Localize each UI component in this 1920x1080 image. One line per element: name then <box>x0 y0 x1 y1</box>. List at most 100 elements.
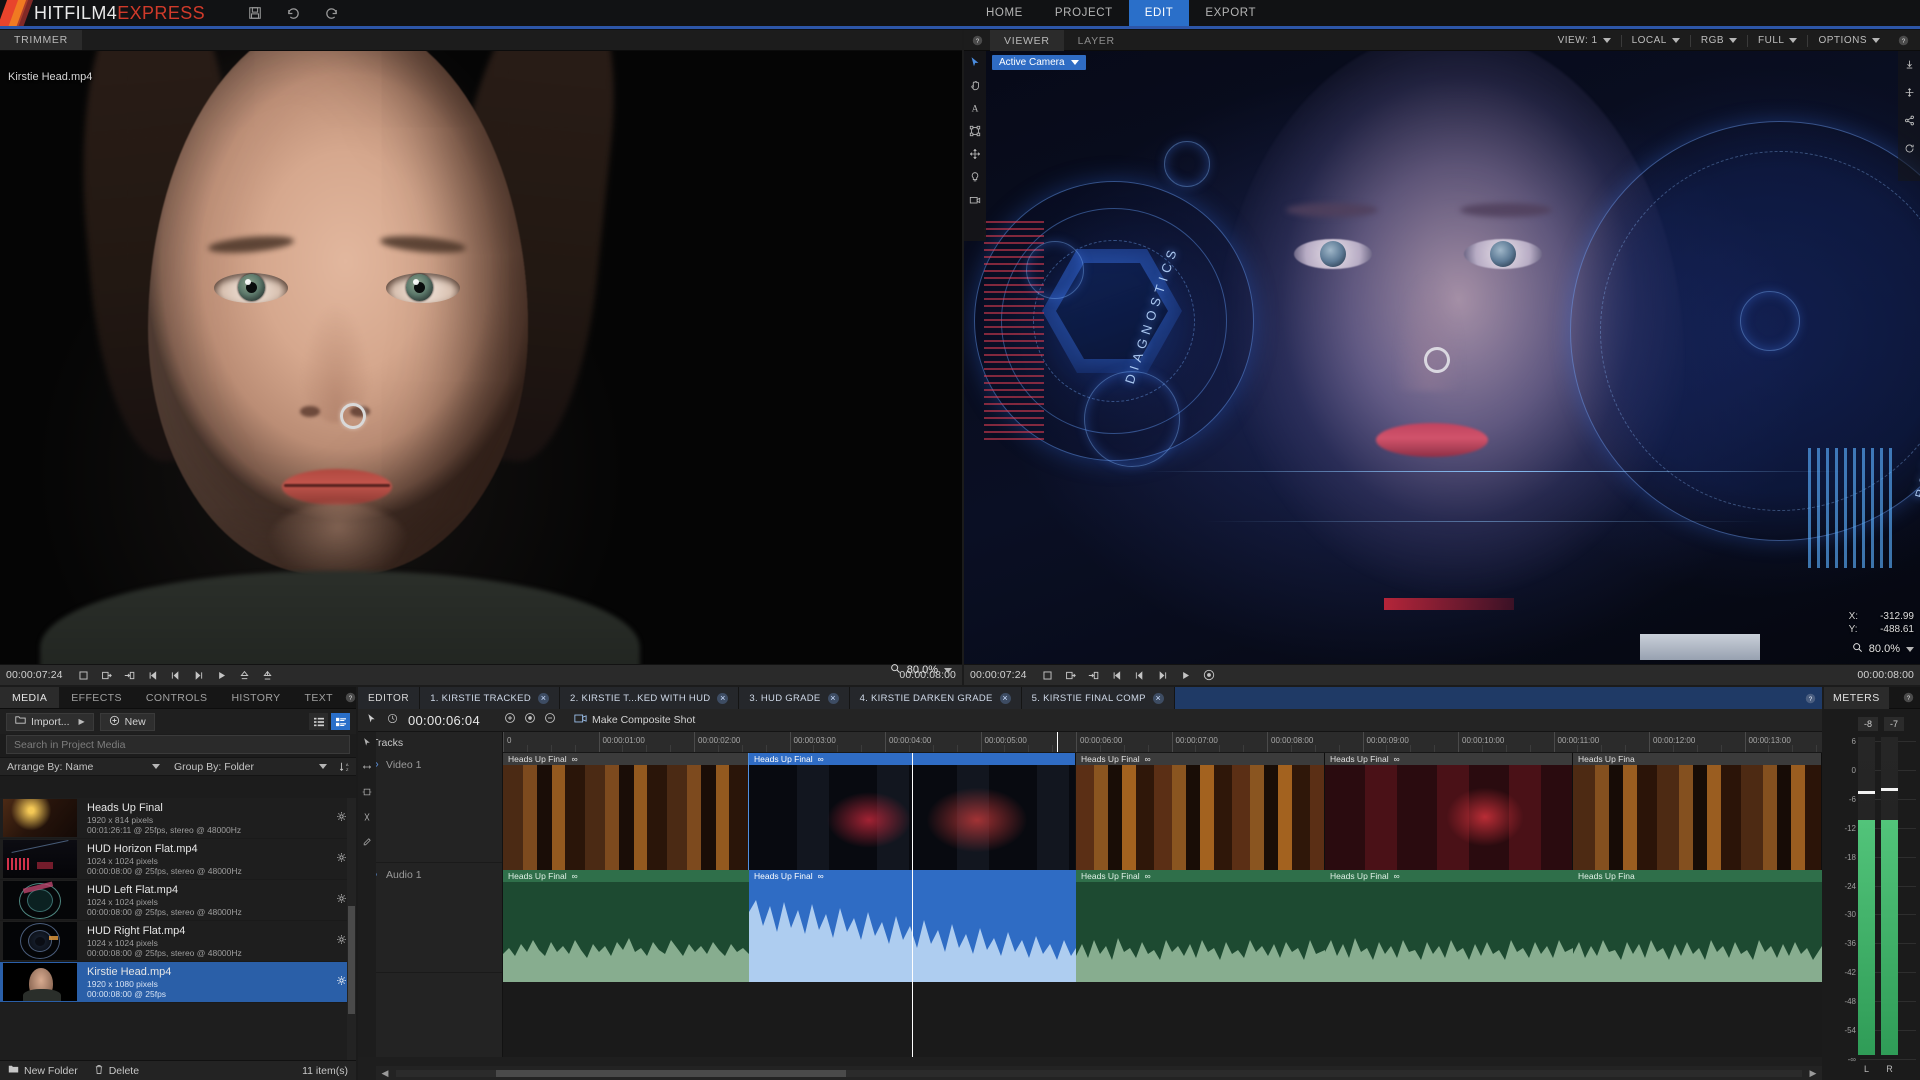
media-item-row[interactable]: HUD Horizon Flat.mp4 1024 x 1024 pixels … <box>0 839 356 880</box>
marker-icon[interactable] <box>524 711 536 729</box>
step-forward-icon[interactable] <box>1156 668 1170 682</box>
export-in-icon[interactable] <box>238 668 252 682</box>
light-tool-icon[interactable] <box>968 170 982 184</box>
tab-controls[interactable]: CONTROLS <box>134 687 220 708</box>
pan-tool-icon[interactable] <box>968 78 982 92</box>
gear-icon[interactable] <box>336 850 347 868</box>
gear-icon[interactable] <box>336 809 347 827</box>
timeline-clip[interactable]: Heads Up Final ∞ <box>1325 753 1573 870</box>
timeline-playhead-timecode[interactable]: 00:00:06:04 <box>408 713 480 728</box>
insert-clip-icon[interactable] <box>1087 668 1101 682</box>
nav-edit[interactable]: EDIT <box>1128 0 1190 26</box>
save-icon[interactable] <box>247 5 263 21</box>
media-help-icon[interactable]: ? <box>345 687 356 708</box>
gear-icon[interactable] <box>336 973 347 991</box>
razor-tool-icon[interactable] <box>361 811 373 823</box>
mask-tool-icon[interactable] <box>968 124 982 138</box>
scroll-left-icon[interactable]: ◀ <box>376 1068 394 1079</box>
pin-icon[interactable] <box>1902 57 1916 71</box>
select-tool-icon[interactable] <box>361 736 373 748</box>
nav-export[interactable]: EXPORT <box>1189 0 1272 26</box>
sort-direction-icon[interactable]: AZ <box>334 761 356 773</box>
viewer-help-icon[interactable]: ? <box>964 30 990 50</box>
select-tool-icon[interactable] <box>366 711 377 729</box>
tab-layer[interactable]: LAYER <box>1064 30 1129 51</box>
import-button[interactable]: Import... ▶ <box>6 712 94 731</box>
insert-clip-icon[interactable] <box>123 668 137 682</box>
share-icon[interactable] <box>1902 113 1916 127</box>
slide-tool-icon[interactable] <box>361 786 373 798</box>
step-backward-icon[interactable] <box>169 668 183 682</box>
set-in-point-icon[interactable] <box>77 668 91 682</box>
new-button[interactable]: New <box>99 712 155 731</box>
tab-comp-4[interactable]: 4. KIRSTIE DARKEN GRADE × <box>849 687 1022 709</box>
scrollbar-thumb[interactable] <box>348 906 355 1014</box>
select-tool-icon[interactable] <box>968 55 982 69</box>
timeline-audio-clip[interactable]: Heads Up Final ∞ <box>1325 870 1573 982</box>
tab-comp-1[interactable]: 1. KIRSTIE TRACKED × <box>420 687 560 709</box>
close-icon[interactable]: × <box>827 692 839 704</box>
detail-view-icon[interactable] <box>331 713 350 730</box>
close-icon[interactable]: × <box>999 692 1011 704</box>
slip-tool-icon[interactable] <box>361 761 373 773</box>
remove-marker-icon[interactable] <box>544 711 556 729</box>
timeline-tracks-area[interactable]: Heads Up Final ∞ Heads Up Final ∞ Heads … <box>503 753 1822 1057</box>
timeline-clip[interactable]: Heads Up Fina <box>1573 753 1822 870</box>
group-by-select[interactable]: Group By: Folder <box>167 761 334 773</box>
chevron-right-icon[interactable]: ▶ <box>79 717 85 726</box>
viewer-current-timecode[interactable]: 00:00:07:24 <box>970 669 1027 681</box>
viewer-options-menu[interactable]: OPTIONS <box>1808 35 1890 46</box>
media-item-row[interactable]: HUD Left Flat.mp4 1024 x 1024 pixels 00:… <box>0 880 356 921</box>
step-backward-icon[interactable] <box>1133 668 1147 682</box>
search-input[interactable]: Search in Project Media <box>6 735 350 754</box>
timeline-horizontal-scrollbar[interactable]: ◀ ▶ <box>376 1066 1822 1080</box>
export-out-icon[interactable] <box>261 668 275 682</box>
gear-icon[interactable] <box>336 932 347 950</box>
close-icon[interactable]: × <box>717 692 729 704</box>
play-button-icon[interactable] <box>215 668 229 682</box>
move-icon[interactable] <box>1902 85 1916 99</box>
list-view-icon[interactable] <box>309 713 328 730</box>
tab-editor[interactable]: EDITOR <box>358 687 421 709</box>
timeline-clip[interactable]: Heads Up Final ∞ <box>503 753 749 870</box>
viewer-view-select[interactable]: VIEW: 1 <box>1548 35 1621 46</box>
tab-viewer[interactable]: VIEWER <box>990 30 1064 51</box>
trimmer-zoom-control[interactable]: 80.0% <box>890 663 952 677</box>
track-header-audio-1[interactable]: Audio 1 <box>358 863 502 973</box>
set-out-point-icon[interactable] <box>1064 668 1078 682</box>
timeline-audio-clip[interactable]: Heads Up Final ∞ <box>1076 870 1325 982</box>
close-icon[interactable]: × <box>537 692 549 704</box>
timeline-ruler[interactable]: 0 00:00:01:00 00:00:02:00 00:00:03:00 00:00:… <box>503 732 1822 753</box>
make-composite-shot-button[interactable]: Make Composite Shot <box>574 713 695 727</box>
step-forward-icon[interactable] <box>192 668 206 682</box>
arrange-by-select[interactable]: Arrange By: Name <box>0 761 167 773</box>
timeline-audio-clip[interactable]: Heads Up Fina <box>1573 870 1822 982</box>
camera-tool-icon[interactable] <box>968 193 982 207</box>
set-out-point-icon[interactable] <box>100 668 114 682</box>
playhead-ruler-marker[interactable] <box>1057 732 1058 752</box>
transform-tool-icon[interactable] <box>968 147 982 161</box>
timeline-clip[interactable]: Heads Up Final ∞ <box>1076 753 1325 870</box>
tab-text[interactable]: TEXT <box>293 687 345 708</box>
close-icon[interactable]: × <box>1152 692 1164 704</box>
scroll-right-icon[interactable]: ▶ <box>1804 1068 1822 1079</box>
chevron-down-icon[interactable] <box>944 667 952 673</box>
viewer-options-help-icon[interactable]: ? <box>1890 35 1916 46</box>
timeline-help-icon[interactable]: ? <box>1798 687 1822 709</box>
viewer-channel-select[interactable]: RGB <box>1691 35 1747 46</box>
text-tool-icon[interactable]: A <box>968 101 982 115</box>
tab-meters[interactable]: METERS <box>1824 686 1889 709</box>
redo-icon[interactable] <box>323 5 339 21</box>
media-item-row[interactable]: HUD Right Flat.mp4 1024 x 1024 pixels 00… <box>0 921 356 962</box>
media-item-row[interactable]: Heads Up Final 1920 x 814 pixels 00:01:2… <box>0 798 356 839</box>
trimmer-current-timecode[interactable]: 00:00:07:24 <box>6 669 63 681</box>
viewer-zoom-control[interactable]: 80.0% <box>1852 642 1914 656</box>
trimmer-viewport[interactable]: Kirstie Head.mp4 80.0% <box>0 51 962 685</box>
tab-comp-2[interactable]: 2. KIRSTIE T...KED WITH HUD × <box>559 687 740 709</box>
play-button-icon[interactable] <box>1179 668 1193 682</box>
undo-icon[interactable] <box>285 5 301 21</box>
media-item-row-selected[interactable]: Kirstie Head.mp4 1920 x 1080 pixels 00:0… <box>0 962 356 1003</box>
viewer-quality-select[interactable]: FULL <box>1748 35 1807 46</box>
pen-tool-icon[interactable] <box>361 836 373 848</box>
viewer-space-select[interactable]: LOCAL <box>1622 35 1690 46</box>
